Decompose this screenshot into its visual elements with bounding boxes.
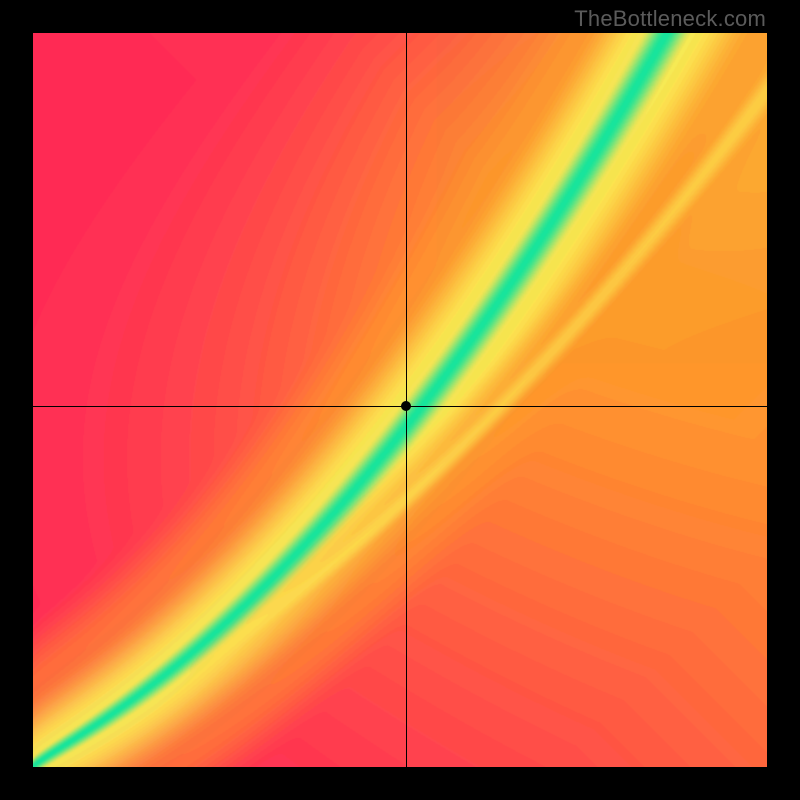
chart-frame: TheBottleneck.com — [0, 0, 800, 800]
heatmap-canvas — [33, 33, 767, 767]
evaluated-point-dot — [401, 401, 411, 411]
watermark-text: TheBottleneck.com — [574, 6, 766, 32]
heatmap-plot — [33, 33, 767, 767]
